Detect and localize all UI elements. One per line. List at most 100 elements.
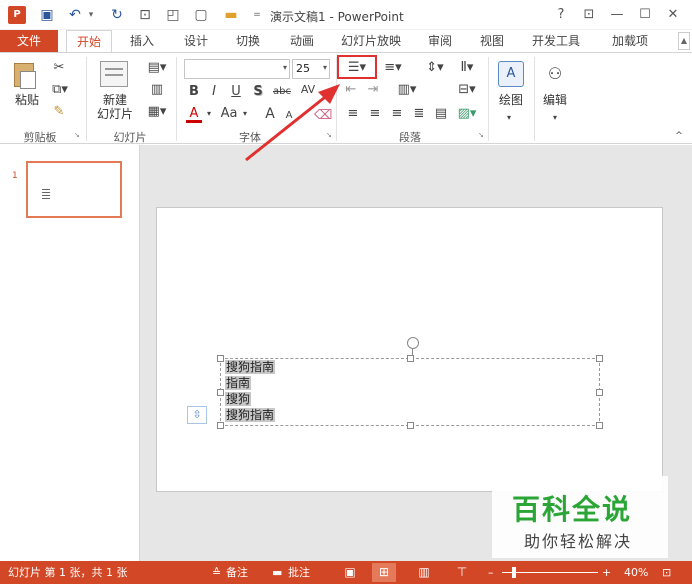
save-icon[interactable]: ▣ [38, 6, 56, 24]
slideshow-view-icon[interactable]: ⊤ [450, 563, 474, 582]
char-spacing-button[interactable]: AV [296, 81, 320, 99]
new-slide-label-1[interactable]: 新建 [92, 93, 138, 107]
rotate-handle-icon[interactable] [407, 337, 419, 349]
text-direction-button[interactable]: Ⅱ▾ [452, 59, 482, 77]
justify-button[interactable]: ≣ [410, 105, 428, 123]
paragraph-launcher-icon[interactable]: ↘ [478, 131, 486, 139]
align-left-button[interactable]: ≡ [344, 105, 362, 123]
open-folder-icon[interactable]: ▬ [222, 6, 240, 24]
text-line[interactable]: 搜狗指南 [225, 407, 276, 423]
zoom-slider-thumb[interactable] [512, 567, 516, 578]
tab-review[interactable]: 审阅 [420, 30, 460, 52]
grow-font-button[interactable]: A [262, 105, 278, 123]
increase-indent-icon[interactable]: ⇥ [364, 81, 382, 99]
format-painter-icon[interactable]: ✎ [50, 103, 68, 121]
redo-icon[interactable]: ↻ [108, 6, 126, 24]
underline-button[interactable]: U [228, 83, 244, 101]
chevron-down-icon[interactable]: ▾ [240, 105, 250, 123]
binoculars-icon[interactable]: ⚇ [542, 61, 568, 87]
italic-button[interactable]: I [206, 83, 222, 101]
tab-animations[interactable]: 动画 [282, 30, 322, 52]
undo-dropdown[interactable]: ▾ [86, 6, 96, 24]
fit-slide-icon[interactable]: ⊡ [662, 565, 671, 580]
ribbon-display-icon[interactable]: ⊡ [578, 5, 600, 25]
change-case-button[interactable]: Aa [218, 105, 240, 123]
resize-handle[interactable] [217, 422, 224, 429]
tab-home[interactable]: 开始 [66, 30, 112, 53]
reading-view-icon[interactable]: ▥ [412, 563, 436, 582]
help-icon[interactable]: ? [550, 5, 572, 25]
zoom-in-button[interactable]: + [602, 565, 611, 580]
shadow-button[interactable]: S [250, 83, 266, 101]
print-preview-icon[interactable]: ◰ [164, 6, 182, 24]
maximize-button[interactable]: ☐ [634, 5, 656, 25]
columns-button[interactable]: ▥▾ [394, 81, 420, 99]
tab-insert[interactable]: 插入 [122, 30, 162, 52]
layout-icon[interactable]: ▤▾ [144, 59, 170, 77]
strikethrough-button[interactable]: abc [270, 83, 294, 101]
text-line[interactable]: 指南 [225, 375, 252, 391]
clear-format-icon[interactable]: ⌫ [314, 107, 332, 125]
slide-sorter-view-icon[interactable]: ⊞ [372, 563, 396, 582]
chevron-down-icon[interactable]: ▾ [502, 109, 516, 127]
font-name-combo[interactable]: ▾ [184, 59, 290, 79]
text-placeholder[interactable]: 搜狗指南 指南 搜狗 搜狗指南 [217, 337, 603, 429]
new-slide-label-2[interactable]: 幻灯片 [88, 107, 142, 121]
cut-icon[interactable]: ✂ [50, 59, 68, 77]
zoom-slider-track[interactable] [502, 572, 598, 573]
customize-quick-access[interactable]: = [252, 6, 262, 24]
font-size-combo[interactable]: 25 ▾ [292, 59, 330, 79]
numbering-button[interactable]: ≡▾ [378, 59, 408, 77]
notes-icon[interactable]: ≙ [212, 565, 221, 580]
comments-button[interactable]: 批注 [288, 565, 310, 580]
drawing-icon[interactable]: A [498, 61, 524, 87]
resize-handle[interactable] [407, 422, 414, 429]
resize-handle[interactable] [407, 355, 414, 362]
reset-icon[interactable]: ▥ [144, 81, 170, 99]
notes-button[interactable]: 备注 [226, 565, 248, 580]
zoom-level[interactable]: 40% [624, 565, 648, 580]
undo-icon[interactable]: ↶ [66, 6, 84, 24]
drawing-button[interactable]: 绘图 [494, 93, 528, 107]
tab-view[interactable]: 视图 [472, 30, 512, 52]
close-button[interactable]: ✕ [662, 5, 684, 25]
paste-icon[interactable] [12, 61, 38, 91]
tab-file[interactable]: 文件 [0, 30, 58, 52]
from-beginning-icon[interactable]: ⊡ [136, 6, 154, 24]
chevron-down-icon[interactable]: ▾ [548, 109, 562, 127]
text-line[interactable]: 搜狗 [225, 391, 252, 407]
resize-handle[interactable] [596, 355, 603, 362]
decrease-indent-icon[interactable]: ⇤ [342, 81, 360, 99]
slide-thumbnail-pane[interactable]: 1 [0, 145, 140, 561]
distributed-button[interactable]: ▤ [432, 105, 450, 123]
new-slide-icon[interactable] [100, 61, 128, 87]
tab-design[interactable]: 设计 [176, 30, 216, 52]
chevron-down-icon[interactable]: ▾ [204, 105, 214, 123]
paste-button[interactable]: 粘贴 [12, 93, 42, 107]
text-line[interactable]: 搜狗指南 [225, 359, 276, 375]
resize-handle[interactable] [596, 389, 603, 396]
comments-icon[interactable]: ▬ [272, 565, 282, 580]
new-file-icon[interactable]: ▢ [192, 6, 210, 24]
align-right-button[interactable]: ≡ [388, 105, 406, 123]
minimize-button[interactable]: — [606, 5, 628, 25]
font-launcher-icon[interactable]: ↘ [326, 131, 334, 139]
autofit-options-icon[interactable]: ⇳ [187, 406, 207, 424]
align-text-button[interactable]: ⊟▾ [452, 81, 482, 99]
tab-developer[interactable]: 开发工具 [528, 30, 584, 52]
editing-button[interactable]: 编辑 [538, 93, 572, 107]
resize-handle[interactable] [217, 389, 224, 396]
slide-canvas[interactable]: 搜狗指南 指南 搜狗 搜狗指南 ⇳ [156, 207, 663, 492]
slide-thumbnail[interactable] [26, 161, 122, 218]
font-color-button[interactable]: A [186, 105, 202, 123]
tab-transitions[interactable]: 切换 [228, 30, 268, 52]
normal-view-icon[interactable]: ▣ [338, 563, 362, 582]
line-spacing-button[interactable]: ⇕▾ [420, 59, 450, 77]
smartart-button[interactable]: ▨▾ [454, 105, 480, 123]
powerpoint-app-icon[interactable]: P [8, 6, 26, 24]
resize-handle[interactable] [596, 422, 603, 429]
tab-slideshow[interactable]: 幻灯片放映 [336, 30, 406, 52]
copy-icon[interactable]: ⧉▾ [48, 81, 72, 99]
resize-handle[interactable] [217, 355, 224, 362]
align-center-button[interactable]: ≡ [366, 105, 384, 123]
